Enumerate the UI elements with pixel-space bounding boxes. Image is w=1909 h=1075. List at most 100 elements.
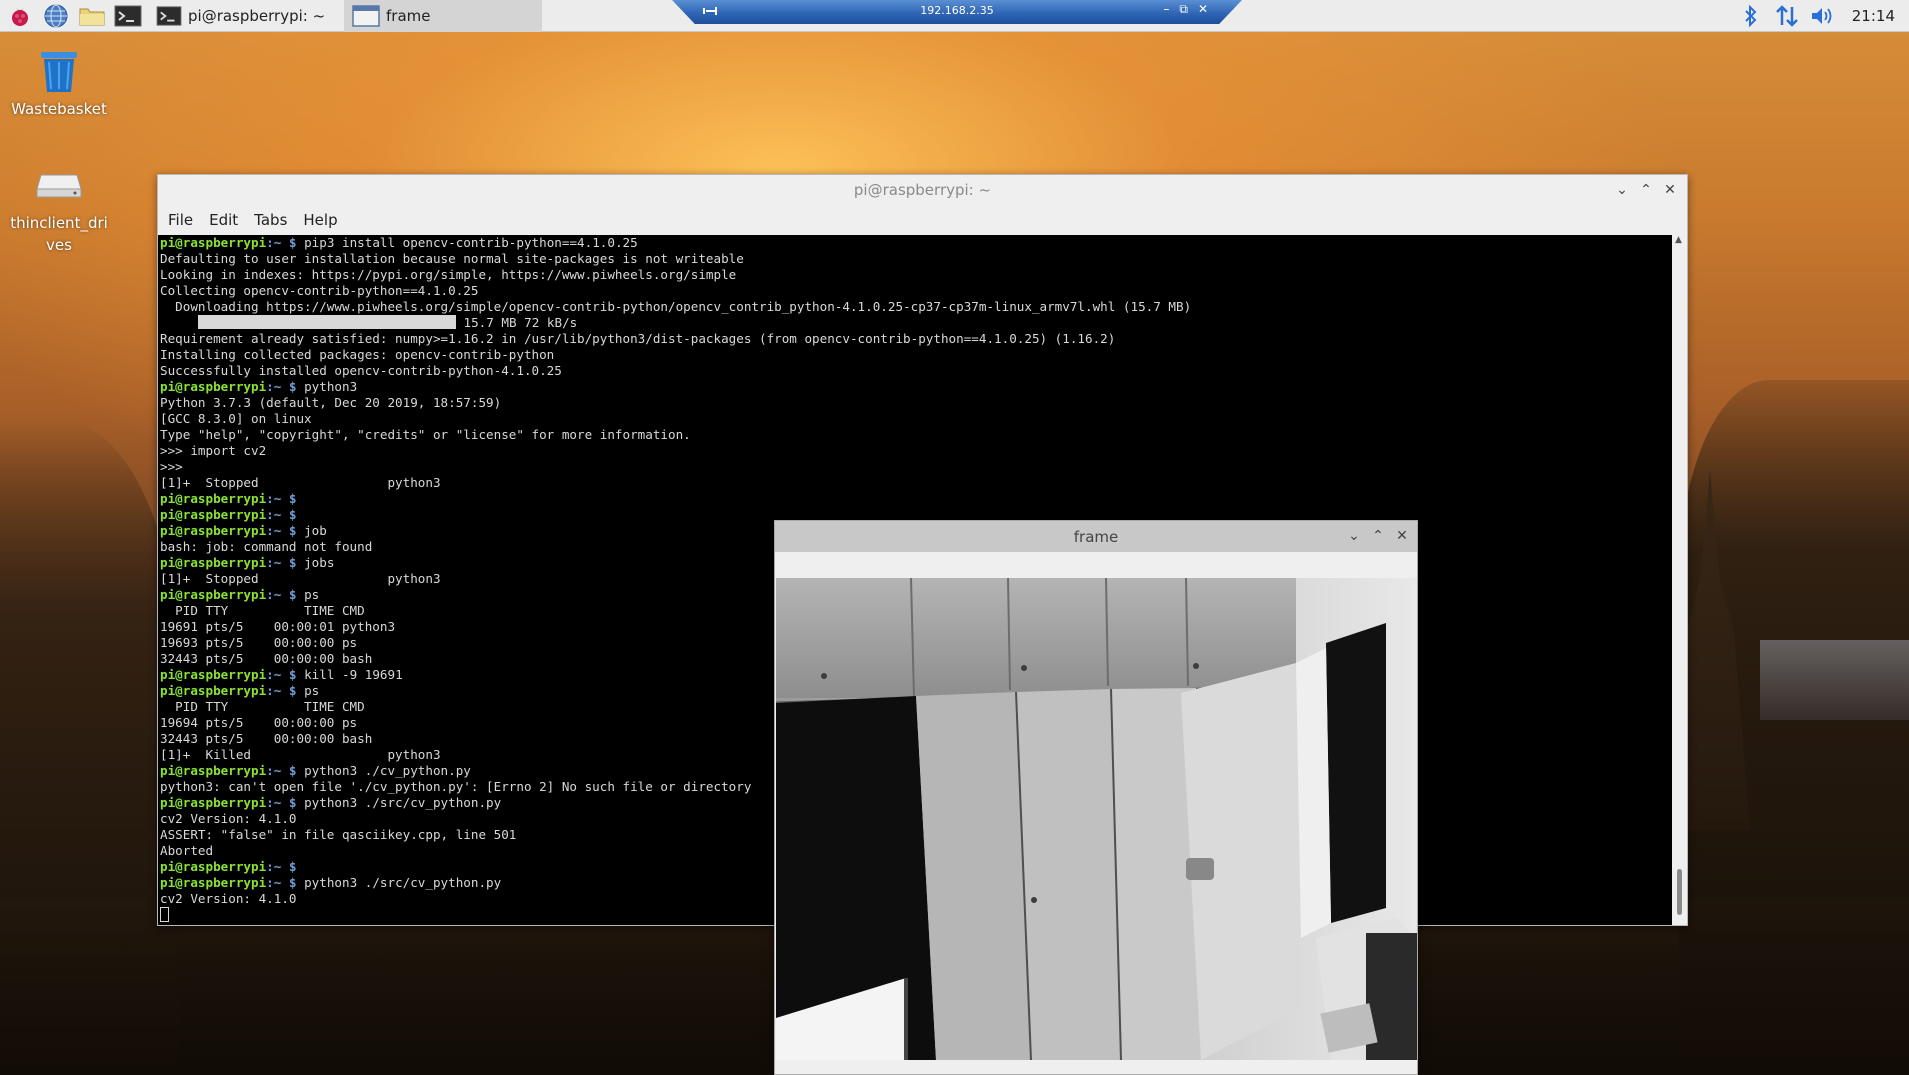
prompt-user: pi@raspberrypi	[160, 795, 267, 810]
terminal-line-text: ps	[304, 587, 320, 602]
prompt-user: pi@raspberrypi	[160, 507, 267, 522]
prompt-user: pi@raspberrypi	[160, 491, 267, 506]
close-icon[interactable]: ✕	[1198, 2, 1208, 17]
terminal-line-text: python3: can't open file './cv_python.py…	[160, 779, 752, 794]
terminal-line: Looking in indexes: https://pypi.org/sim…	[160, 267, 1672, 283]
terminal-line-text: cv2 Version: 4.1.0	[160, 811, 297, 826]
terminal-line-text: python3	[304, 379, 358, 394]
restore-icon[interactable]: ⧉	[1179, 2, 1188, 17]
folder-icon[interactable]	[76, 0, 108, 32]
network-arrows-icon[interactable]	[1772, 0, 1802, 32]
system-tray: 21:14	[1736, 0, 1909, 32]
terminal-line-text: PID TTY TIME CMD	[160, 603, 365, 618]
prompt-user: pi@raspberrypi	[160, 379, 267, 394]
prompt-path: :~ $	[266, 523, 305, 538]
terminal-line-text: [1]+ Stopped python3	[160, 571, 441, 586]
window-title: frame	[1073, 527, 1119, 546]
menu-help[interactable]: Help	[303, 211, 337, 229]
prompt-path: :~ $	[266, 859, 305, 874]
window-icon	[352, 4, 380, 27]
terminal-line: Downloading https://www.piwheels.org/sim…	[160, 299, 1672, 315]
terminal-line: [1]+ Stopped python3	[160, 475, 1672, 491]
desktop-icon-thinclient-drives[interactable]: thinclient_drives	[4, 160, 114, 256]
terminal-line-text: 32443 pts/5 00:00:00 bash	[160, 731, 373, 746]
minimize-icon[interactable]: ⌄	[1615, 181, 1629, 199]
window-title: pi@raspberrypi: ~	[853, 181, 992, 199]
wallpaper-river	[1760, 640, 1909, 720]
raspberry-pi-menu-icon[interactable]	[4, 0, 36, 32]
terminal-line-text: job	[304, 523, 327, 538]
prompt-path: :~ $	[266, 587, 305, 602]
terminal-line-text: >>>	[160, 459, 183, 474]
remote-host-address: 192.168.2.35	[920, 4, 994, 17]
drive-icon	[36, 174, 82, 198]
close-icon[interactable]: ✕	[1395, 527, 1409, 545]
terminal-line-text: Type "help", "copyright", "credits" or "…	[160, 427, 691, 442]
terminal-titlebar[interactable]: pi@raspberrypi: ~ ⌄ ⌃ ✕	[158, 175, 1687, 205]
prompt-path: :~ $	[266, 875, 305, 890]
prompt-user: pi@raspberrypi	[160, 859, 267, 874]
terminal-line-text: 19691 pts/5 00:00:01 python3	[160, 619, 396, 634]
desktop-icon-wastebasket[interactable]: Wastebasket	[4, 46, 114, 120]
taskbar-task-label: pi@raspberrypi: ~	[188, 6, 326, 25]
terminal-line-text: Installing collected packages: opencv-co…	[160, 347, 555, 362]
maximize-icon[interactable]: ⌃	[1639, 181, 1653, 199]
terminal-line-text: >>> import cv2	[160, 443, 267, 458]
menu-file[interactable]: File	[168, 211, 193, 229]
terminal-line-text: 19694 pts/5 00:00:00 ps	[160, 715, 358, 730]
bluetooth-icon[interactable]	[1736, 0, 1766, 32]
terminal-line-text: 15.7 MB 72 kB/s	[455, 315, 578, 330]
frame-window[interactable]: frame ⌄ ⌃ ✕	[774, 520, 1418, 1075]
terminal-line-text: pip3 install opencv-contrib-python==4.1.…	[304, 235, 638, 250]
prompt-user: pi@raspberrypi	[160, 235, 267, 250]
terminal-line-text: 32443 pts/5 00:00:00 bash	[160, 651, 373, 666]
terminal-line-text: Collecting opencv-contrib-python==4.1.0.…	[160, 283, 479, 298]
volume-icon[interactable]	[1808, 0, 1838, 32]
globe-icon[interactable]	[40, 0, 72, 32]
terminal-line-text: Downloading https://www.piwheels.org/sim…	[160, 299, 1192, 314]
prompt-user: pi@raspberrypi	[160, 667, 267, 682]
desktop-icon-label: Wastebasket	[11, 100, 107, 118]
terminal-line-text: python3 ./cv_python.py	[304, 763, 471, 778]
terminal-line-text: Successfully installed opencv-contrib-py…	[160, 363, 562, 378]
minimize-icon[interactable]: ⌄	[1347, 527, 1361, 545]
scrollbar-thumb[interactable]	[1677, 869, 1682, 915]
prompt-user: pi@raspberrypi	[160, 555, 267, 570]
maximize-icon[interactable]: ⌃	[1371, 527, 1385, 545]
prompt-user: pi@raspberrypi	[160, 523, 267, 538]
close-icon[interactable]: ✕	[1663, 181, 1677, 199]
terminal-menubar: File Edit Tabs Help	[158, 205, 1687, 235]
clock[interactable]: 21:14	[1844, 7, 1909, 25]
prompt-user: pi@raspberrypi	[160, 683, 267, 698]
scroll-up-arrow-icon[interactable]: ▲	[1675, 235, 1682, 245]
remote-desktop-bar: 192.168.2.35 – ⧉ ✕	[672, 0, 1242, 24]
menu-tabs[interactable]: Tabs	[254, 211, 287, 229]
menu-edit[interactable]: Edit	[209, 211, 238, 229]
terminal-line: Successfully installed opencv-contrib-py…	[160, 363, 1672, 379]
terminal-icon	[156, 5, 182, 26]
prompt-path: :~ $	[266, 667, 305, 682]
terminal-line-text: PID TTY TIME CMD	[160, 699, 365, 714]
terminal-line: Collecting opencv-contrib-python==4.1.0.…	[160, 283, 1672, 299]
terminal-line-text: bash: job: command not found	[160, 539, 373, 554]
terminal-line-text: 19693 pts/5 00:00:00 ps	[160, 635, 358, 650]
taskbar-task-frame[interactable]: frame	[344, 0, 542, 32]
terminal-line: pi@raspberrypi:~ $ python3	[160, 379, 1672, 395]
wastebasket-icon	[41, 52, 77, 92]
terminal-scrollbar[interactable]: ▲	[1672, 235, 1687, 925]
prompt-path: :~ $	[266, 507, 305, 522]
prompt-user: pi@raspberrypi	[160, 587, 267, 602]
terminal-line-text: python3 ./src/cv_python.py	[304, 795, 502, 810]
terminal-line: Requirement already satisfied: numpy>=1.…	[160, 331, 1672, 347]
terminal-line: >>>	[160, 459, 1672, 475]
desktop-icon-label: thinclient_drives	[10, 214, 108, 254]
minimize-icon[interactable]: –	[1163, 2, 1169, 17]
taskbar-task-terminal[interactable]: pi@raspberrypi: ~	[148, 0, 344, 32]
frame-titlebar[interactable]: frame ⌄ ⌃ ✕	[775, 521, 1417, 552]
prompt-path: :~ $	[266, 763, 305, 778]
terminal-icon[interactable]	[112, 0, 144, 32]
terminal-line: >>> import cv2	[160, 443, 1672, 459]
terminal-cursor	[160, 907, 169, 922]
prompt-user: pi@raspberrypi	[160, 763, 267, 778]
prompt-path: :~ $	[266, 683, 305, 698]
